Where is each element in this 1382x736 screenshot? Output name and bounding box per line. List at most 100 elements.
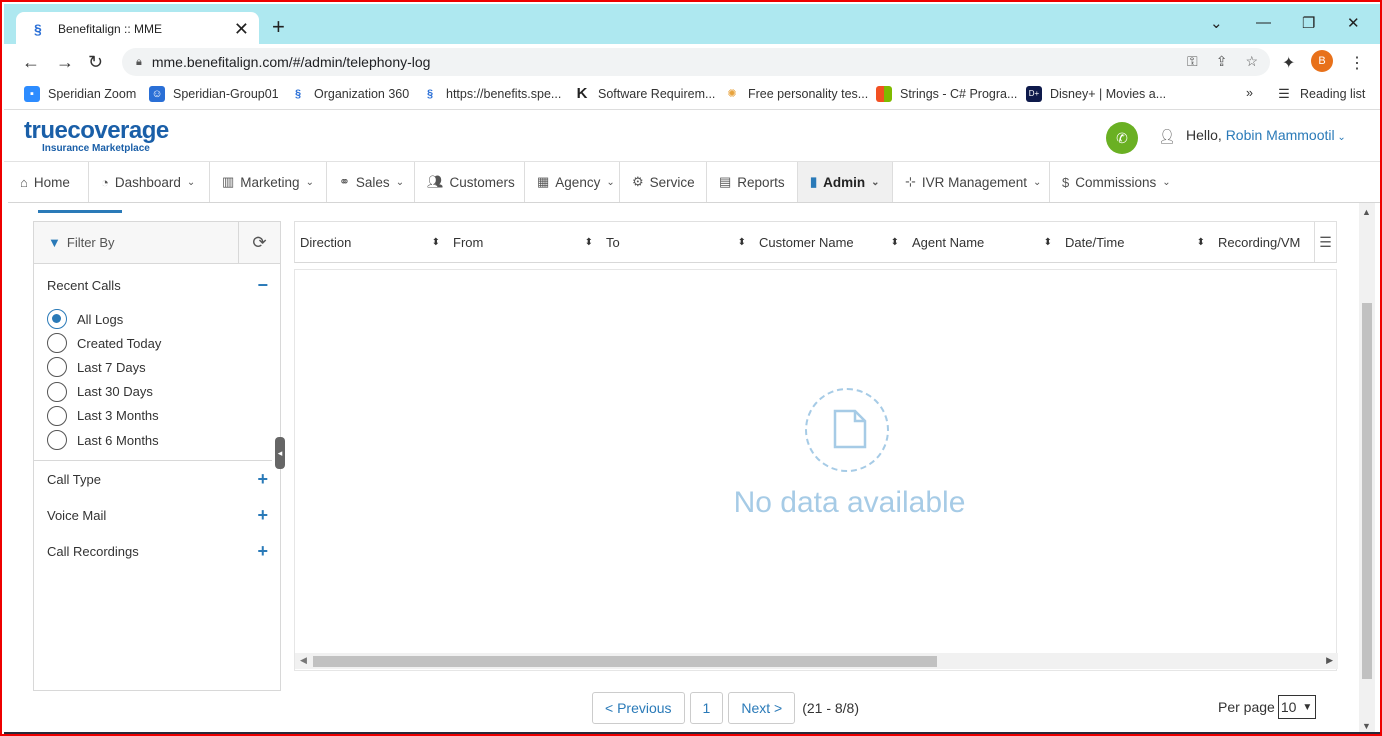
back-icon[interactable]: ← — [22, 52, 40, 73]
app-header: truecoverage Insurance Marketplace ✆ 👤︎ … — [4, 110, 1380, 162]
address-bar[interactable]: 🔒︎ mme.benefitalign.com/#/admin/telephon… — [122, 48, 1270, 76]
call-recordings-header[interactable]: Call Recordings + — [34, 533, 280, 569]
scroll-right-icon[interactable]: ▶ — [1326, 655, 1333, 666]
bookmark-item[interactable]: ✺ Free personality tes... — [724, 86, 868, 102]
nav-dashboard[interactable]: ◔ Dashboard ⌄ — [89, 162, 210, 202]
restore-icon[interactable]: ❐ — [1302, 14, 1315, 32]
nav-marketing[interactable]: ▥ Marketing ⌄ — [210, 162, 327, 202]
per-page-select[interactable]: 10 ▼ — [1277, 695, 1316, 719]
window-close-icon[interactable]: ✕ — [1347, 14, 1360, 32]
radio-button[interactable] — [47, 357, 67, 378]
new-tab-button[interactable]: + — [272, 16, 285, 38]
browser-menu-icon[interactable]: ⋮ — [1349, 53, 1365, 73]
panel-collapse-handle[interactable]: ◂ — [275, 437, 285, 469]
radio-last-7-days[interactable]: Last 7 Days — [47, 355, 272, 379]
scroll-left-icon[interactable]: ◀ — [300, 655, 307, 666]
key-icon[interactable]: ⚿ — [1187, 53, 1198, 70]
reading-list[interactable]: ☰ Reading list — [1276, 86, 1365, 102]
vertical-scrollbar[interactable]: ▲ ▼ — [1359, 203, 1375, 733]
sort-icon[interactable]: ⬍ — [432, 237, 440, 248]
reload-icon[interactable]: ↻ — [88, 52, 103, 73]
sort-icon[interactable]: ⬍ — [738, 237, 746, 248]
expand-plus-icon[interactable]: + — [257, 469, 268, 490]
speridian-icon: § — [294, 88, 302, 100]
bookmark-item[interactable]: § https://benefits.spe... — [422, 86, 561, 102]
radio-last-6-months[interactable]: Last 6 Months — [47, 428, 272, 452]
forward-icon[interactable]: → — [56, 52, 74, 73]
radio-button[interactable] — [47, 333, 67, 354]
scrollbar-thumb[interactable] — [313, 656, 937, 667]
nav-commissions[interactable]: $ Commissions ⌄ — [1050, 162, 1190, 202]
nav-reports[interactable]: ▤ Reports — [707, 162, 798, 202]
app-logo[interactable]: truecoverage Insurance Marketplace — [24, 118, 169, 154]
column-header-from[interactable]: From ⬍ — [448, 222, 601, 262]
previous-button[interactable]: < Previous — [592, 692, 685, 724]
expand-plus-icon[interactable]: + — [257, 505, 268, 526]
radio-all-logs[interactable]: All Logs — [47, 307, 272, 331]
extensions-icon[interactable]: ✦ — [1282, 53, 1295, 73]
user-greeting[interactable]: Hello, Robin Mammootil ⌄ — [1186, 127, 1346, 143]
column-menu-icon[interactable]: ☰ — [1314, 222, 1336, 262]
dashboard-icon: ◔ — [101, 174, 109, 190]
bookmark-item[interactable]: § Organization 360 — [290, 86, 409, 102]
scroll-down-icon[interactable]: ▼ — [1362, 721, 1371, 731]
sort-icon[interactable]: ⬍ — [891, 237, 899, 248]
profile-avatar[interactable]: B — [1311, 50, 1333, 72]
radio-last-3-months[interactable]: Last 3 Months — [47, 404, 272, 428]
voice-mail-header[interactable]: Voice Mail + — [34, 497, 280, 533]
horizontal-scrollbar[interactable]: ◀ ▶ — [295, 653, 1338, 669]
expand-plus-icon[interactable]: + — [257, 541, 268, 562]
share-icon[interactable]: ⇪ — [1216, 53, 1228, 70]
document-icon — [833, 409, 867, 449]
column-header-agent-name[interactable]: Agent Name ⬍ — [907, 222, 1060, 262]
scroll-up-icon[interactable]: ▲ — [1362, 207, 1371, 217]
column-header-customer-name[interactable]: Customer Name ⬍ — [754, 222, 907, 262]
nav-customers[interactable]: 👥︎ Customers — [415, 162, 525, 202]
radio-button[interactable] — [47, 309, 67, 330]
microsoft-icon — [876, 86, 892, 102]
refresh-icon[interactable]: ⟳ — [238, 221, 280, 264]
sort-icon[interactable]: ⬍ — [1044, 237, 1052, 248]
main-nav: ⌂ Home ◔ Dashboard ⌄ ▥ Marketing ⌄ ⚭ Sales ⌄ 👥︎… — [8, 162, 1380, 203]
star-icon[interactable]: ☆ — [1245, 53, 1258, 70]
chevron-down-icon: ⌄ — [1032, 176, 1042, 188]
radio-button[interactable] — [47, 405, 67, 426]
screen-frame: § Benefitalign :: MME ✕ + ⌄ — ❐ ✕ ← → ↻ … — [0, 0, 1382, 736]
tab-search-icon[interactable]: ⌄ — [1210, 14, 1223, 32]
recent-calls-header[interactable]: Recent Calls − — [34, 267, 280, 303]
bookmark-item[interactable]: D+ Disney+ | Movies a... — [1026, 86, 1166, 102]
bookmark-item[interactable]: ▪ Speridian Zoom — [24, 86, 136, 102]
nav-agency[interactable]: ▦ Agency ⌄ — [525, 162, 620, 202]
phone-icon[interactable]: ✆ — [1106, 122, 1138, 154]
nav-home[interactable]: ⌂ Home — [8, 162, 89, 202]
sort-icon[interactable]: ⬍ — [585, 237, 593, 248]
chevron-down-icon: ⌄ — [305, 176, 314, 188]
radio-last-30-days[interactable]: Last 30 Days — [47, 380, 272, 404]
nav-admin[interactable]: ▮ Admin ⌄ — [798, 162, 893, 202]
collapse-minus-icon[interactable]: − — [257, 275, 268, 296]
filter-title: Filter By — [66, 235, 115, 250]
browser-tab[interactable]: § Benefitalign :: MME ✕ — [16, 12, 259, 46]
radio-button[interactable] — [47, 381, 67, 402]
page-1-button[interactable]: 1 — [689, 692, 724, 724]
column-header-to[interactable]: To ⬍ — [601, 222, 754, 262]
nav-ivr-management[interactable]: ⊹ IVR Management ⌄ — [893, 162, 1050, 202]
column-header-direction[interactable]: Direction ⬍ — [295, 222, 448, 262]
tab-close-icon[interactable]: ✕ — [234, 19, 249, 40]
bookmark-item[interactable]: Strings - C# Progra... — [876, 86, 1017, 102]
nav-sales[interactable]: ⚭ Sales ⌄ — [327, 162, 415, 202]
chart-icon: ▥ — [222, 174, 235, 189]
bookmark-item[interactable]: ☺ Speridian-Group01 — [149, 86, 279, 102]
minimize-icon[interactable]: — — [1256, 14, 1271, 31]
column-header-date-time[interactable]: Date/Time ⬍ — [1060, 222, 1213, 262]
more-bookmarks-icon[interactable]: » — [1246, 86, 1253, 100]
scrollbar-thumb[interactable] — [1362, 303, 1372, 679]
sort-icon[interactable]: ⬍ — [1197, 237, 1205, 248]
next-button[interactable]: Next > — [728, 692, 796, 724]
column-header-recording-vm[interactable]: Recording/VM — [1213, 222, 1313, 262]
call-type-header[interactable]: Call Type + — [34, 461, 280, 497]
radio-created-today[interactable]: Created Today — [47, 331, 272, 355]
bookmark-item[interactable]: K Software Requirem... — [574, 86, 716, 102]
radio-button[interactable] — [47, 430, 67, 451]
nav-service[interactable]: ⚙ Service — [620, 162, 707, 202]
